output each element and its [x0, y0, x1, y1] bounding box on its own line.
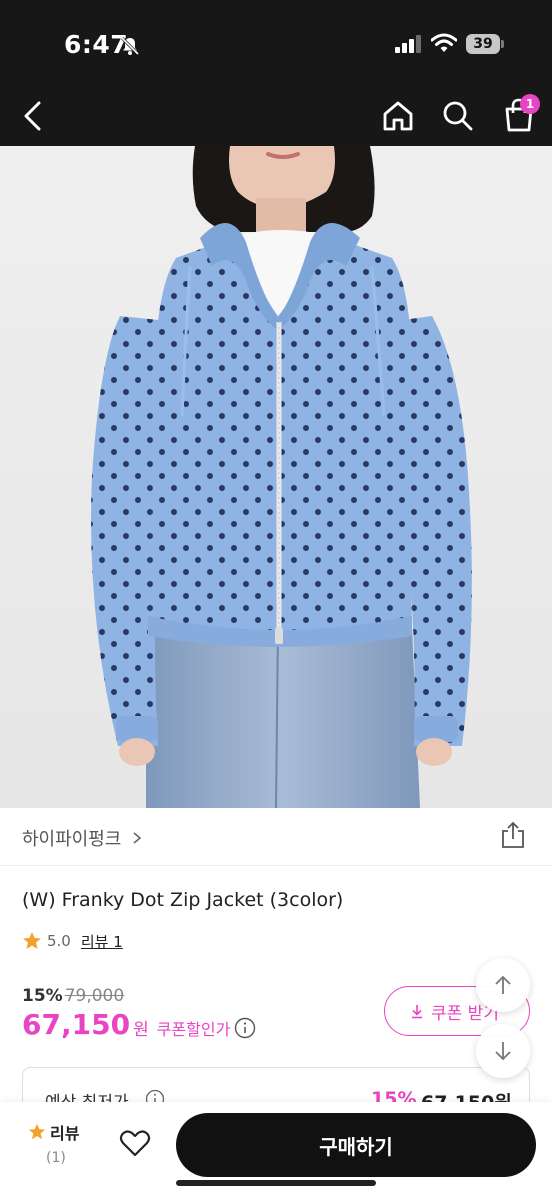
share-icon[interactable] — [498, 820, 528, 850]
brand-name: 하이파이펑크 — [22, 829, 122, 850]
product-title: (W) Franky Dot Zip Jacket (3color) — [22, 889, 344, 911]
home-icon[interactable] — [380, 98, 416, 134]
star-icon — [23, 932, 41, 949]
back-chevron-icon[interactable] — [14, 94, 54, 138]
arrow-down-icon — [495, 1042, 511, 1061]
review-link[interactable]: 리뷰 1 — [81, 931, 123, 952]
sale-price: 67,150 — [22, 1008, 131, 1041]
brand-link[interactable]: 하이파이펑크 — [22, 825, 143, 851]
home-indicator — [176, 1180, 376, 1186]
review-tab-label: 리뷰 — [50, 1124, 80, 1143]
heart-icon[interactable] — [118, 1126, 152, 1160]
status-bar: 6:47 39 — [0, 0, 552, 86]
status-time: 6:47 — [64, 30, 129, 59]
info-icon[interactable] — [234, 1017, 256, 1039]
scroll-top-button[interactable] — [476, 958, 530, 1012]
rating-value: 5.0 — [47, 932, 71, 950]
buy-button[interactable]: 구매하기 — [176, 1113, 536, 1177]
top-nav-bar: 1 — [0, 86, 552, 146]
price-block: 15% 79,000 67,150 원 쿠폰할인가 — [22, 986, 256, 1041]
battery-level: 39 — [466, 34, 500, 54]
wifi-icon — [431, 33, 457, 52]
scroll-bottom-button[interactable] — [476, 1024, 530, 1078]
signal-icon — [395, 35, 421, 53]
review-tab[interactable]: 리뷰 (1) — [28, 1120, 98, 1176]
star-icon — [28, 1123, 46, 1140]
cart-count-badge: 1 — [520, 94, 540, 114]
rating-row: 5.0 리뷰 1 — [22, 930, 123, 952]
bell-muted-icon — [120, 36, 140, 56]
discount-rate: 15% — [22, 986, 63, 1006]
review-tab-count: (1) — [46, 1150, 66, 1166]
arrow-up-icon — [495, 975, 511, 994]
product-photo — [0, 146, 552, 808]
currency-unit: 원 — [133, 1020, 149, 1040]
original-price: 79,000 — [64, 986, 125, 1006]
battery-icon: 39 — [466, 34, 504, 54]
product-image[interactable] — [0, 146, 552, 808]
brand-row: 하이파이펑크 — [0, 808, 552, 866]
search-icon[interactable] — [440, 98, 476, 134]
download-icon — [412, 1005, 422, 1019]
chevron-right-icon — [133, 832, 142, 844]
bottom-action-bar: 리뷰 (1) 구매하기 — [0, 1102, 552, 1200]
coupon-price-label: 쿠폰할인가 — [156, 1019, 231, 1039]
